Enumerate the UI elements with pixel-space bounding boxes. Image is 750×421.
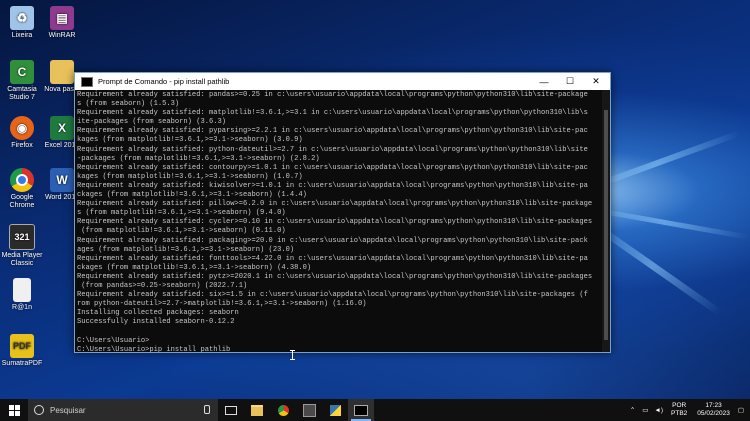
task-view-icon: [225, 405, 237, 415]
clock-time: 17:23: [705, 402, 722, 409]
console-line: kages (from matplotlib!=3.6.1,>=3.1->sea…: [77, 136, 303, 145]
console-output[interactable]: Requirement already satisfied: pandas>=0…: [75, 90, 602, 352]
window-title: Prompt de Comando - pip install pathlib: [98, 77, 230, 86]
console-line: ckages (from matplotlib!=3.6.1,>=3.1->se…: [77, 263, 312, 272]
console-line: Installing collected packages: seaborn: [77, 309, 239, 318]
cmd-icon: [354, 404, 368, 416]
text-cursor-icon: [290, 350, 295, 360]
sumatrapdf-icon: PDF: [10, 334, 34, 358]
chrome-icon: [277, 404, 289, 416]
media-player-icon: 321: [9, 224, 35, 250]
microphone-icon[interactable]: [204, 405, 210, 414]
clock-date: 05/02/2023: [697, 410, 730, 417]
camtasia-icon: C: [10, 60, 34, 84]
console-line: Requirement already satisfied: pillow>=6…: [77, 200, 593, 209]
console-line: C:\Users\Usuario>: [77, 336, 150, 345]
desktop-icon-chrome[interactable]: Google Chrome: [0, 168, 44, 210]
window-titlebar[interactable]: Prompt de Comando - pip install pathlib …: [75, 73, 610, 90]
search-icon: [34, 405, 44, 415]
minimize-button[interactable]: —: [532, 73, 556, 90]
word-icon: W: [50, 168, 74, 192]
console-line: Requirement already satisfied: python-da…: [77, 145, 588, 154]
desktop-icon-label: Lixeira: [11, 32, 33, 39]
console-line: (from matplotlib!=3.6.1,>=3.1->seaborn) …: [77, 227, 286, 236]
console-line: (from pandas>=0.25->seaborn) (2022.7.1): [77, 281, 248, 290]
taskbar-file-explorer[interactable]: [244, 399, 270, 421]
excel-icon: X: [50, 116, 74, 140]
volume-icon[interactable]: ◄): [651, 407, 666, 414]
language-code: POR: [672, 402, 687, 409]
close-button[interactable]: ✕: [584, 73, 608, 90]
search-placeholder: Pesquisar: [50, 405, 86, 415]
taskbar-chrome[interactable]: [270, 399, 296, 421]
console-line: Requirement already satisfied: six>=1.5 …: [77, 291, 588, 300]
desktop-icon-label: Firefox: [11, 142, 33, 149]
console-line: rom python-dateutil>=2.7->matplotlib!=3.…: [77, 300, 367, 309]
console-line: ite-packages (from seaborn) (3.6.3): [77, 118, 226, 127]
desktop-icon-label: Google Chrome: [9, 194, 35, 209]
desktop-icon-r1n[interactable]: R@1n: [0, 278, 44, 312]
desktop-icon-label: Camtasia Studio 7: [7, 86, 37, 101]
language-indicator[interactable]: POR PTB2: [666, 402, 692, 418]
vertical-scrollbar[interactable]: [602, 90, 610, 352]
desktop-icon-label: R@1n: [12, 304, 32, 311]
taskbar-task-view[interactable]: [218, 399, 244, 421]
network-icon[interactable]: ▭: [639, 406, 651, 414]
console-line: s (from seaborn) (1.5.3): [77, 100, 180, 109]
desktop-icon-winrar[interactable]: ▤ WinRAR: [40, 6, 84, 40]
console-line: Requirement already satisfied: kiwisolve…: [77, 181, 588, 190]
cmd-icon: [81, 76, 93, 87]
desktop-icon-media-player[interactable]: 321 Media Player Classic: [0, 224, 44, 268]
console-line: C:\Users\Usuario>pip install pathlib: [77, 345, 231, 352]
console-line: Requirement already satisfied: contourpy…: [77, 163, 588, 172]
taskbar-search-box[interactable]: Pesquisar: [28, 399, 218, 421]
taskbar-app-generic[interactable]: [296, 399, 322, 421]
chrome-icon: [10, 168, 34, 192]
app-icon: [302, 403, 316, 417]
taskbar-cmd[interactable]: [348, 399, 374, 421]
console-line: ckages (from matplotlib!=3.6.1,>=3.1->se…: [77, 191, 307, 200]
python-icon: [329, 404, 341, 416]
keyboard-layout: PTB2: [671, 410, 688, 417]
windows-logo-icon: [8, 404, 20, 416]
console-line: Requirement already satisfied: pytz>=202…: [77, 272, 593, 281]
console-line: ages (from matplotlib!=3.6.1,>=3.1->seab…: [77, 245, 295, 254]
taskbar-python[interactable]: [322, 399, 348, 421]
desktop-icon-label: WinRAR: [48, 32, 76, 39]
console-line: Requirement already satisfied: pandas>=0…: [77, 91, 588, 99]
console-line: s (from matplotlib!=3.6.1,>=3.1->seaborn…: [77, 209, 286, 218]
start-button[interactable]: [0, 399, 28, 421]
taskbar: Pesquisar ⌃ ▭ ◄) POR PTB2 17:23 05/02/20…: [0, 399, 750, 421]
console-line: Requirement already satisfied: pyparsing…: [77, 127, 588, 136]
system-tray: ⌃ ▭ ◄) POR PTB2 17:23 05/02/2023 ▢: [626, 399, 750, 421]
console-line: kages (from matplotlib!=3.6.1,>=3.1->sea…: [77, 172, 303, 181]
desktop-icon-sumatra[interactable]: PDF SumatraPDF: [0, 334, 44, 368]
command-prompt-window[interactable]: Prompt de Comando - pip install pathlib …: [74, 72, 611, 353]
console-line: Successfully installed seaborn-0.12.2: [77, 318, 235, 327]
scrollbar-thumb[interactable]: [604, 110, 608, 340]
folder-icon: [50, 60, 74, 84]
document-icon: [13, 278, 31, 302]
chevron-up-icon[interactable]: ⌃: [626, 406, 639, 414]
firefox-icon: ◉: [10, 116, 34, 140]
desktop-icon-label: Media Player Classic: [1, 252, 43, 267]
maximize-button[interactable]: ☐: [558, 73, 582, 90]
console-line: Requirement already satisfied: cycler>=0…: [77, 218, 593, 227]
desktop-icon-firefox[interactable]: ◉ Firefox: [0, 116, 44, 150]
notifications-icon[interactable]: ▢: [735, 406, 750, 414]
console-line: Requirement already satisfied: matplotli…: [77, 109, 588, 118]
clock[interactable]: 17:23 05/02/2023: [692, 402, 735, 418]
console-line: -packages (from matplotlib!=3.6.1,>=3.1-…: [77, 154, 320, 163]
desktop: ♻ Lixeira ▤ WinRAR C Camtasia Studio 7 N…: [0, 0, 750, 399]
console-line: Requirement already satisfied: fonttools…: [77, 254, 588, 263]
file-explorer-icon: [251, 404, 263, 416]
winrar-icon: ▤: [50, 6, 74, 30]
desktop-icon-camtasia[interactable]: C Camtasia Studio 7: [0, 60, 44, 102]
recycle-bin-icon: ♻: [10, 6, 34, 30]
desktop-icon-lixeira[interactable]: ♻ Lixeira: [0, 6, 44, 40]
console-line: Requirement already satisfied: packaging…: [77, 236, 588, 245]
desktop-icon-label: SumatraPDF: [1, 360, 43, 367]
